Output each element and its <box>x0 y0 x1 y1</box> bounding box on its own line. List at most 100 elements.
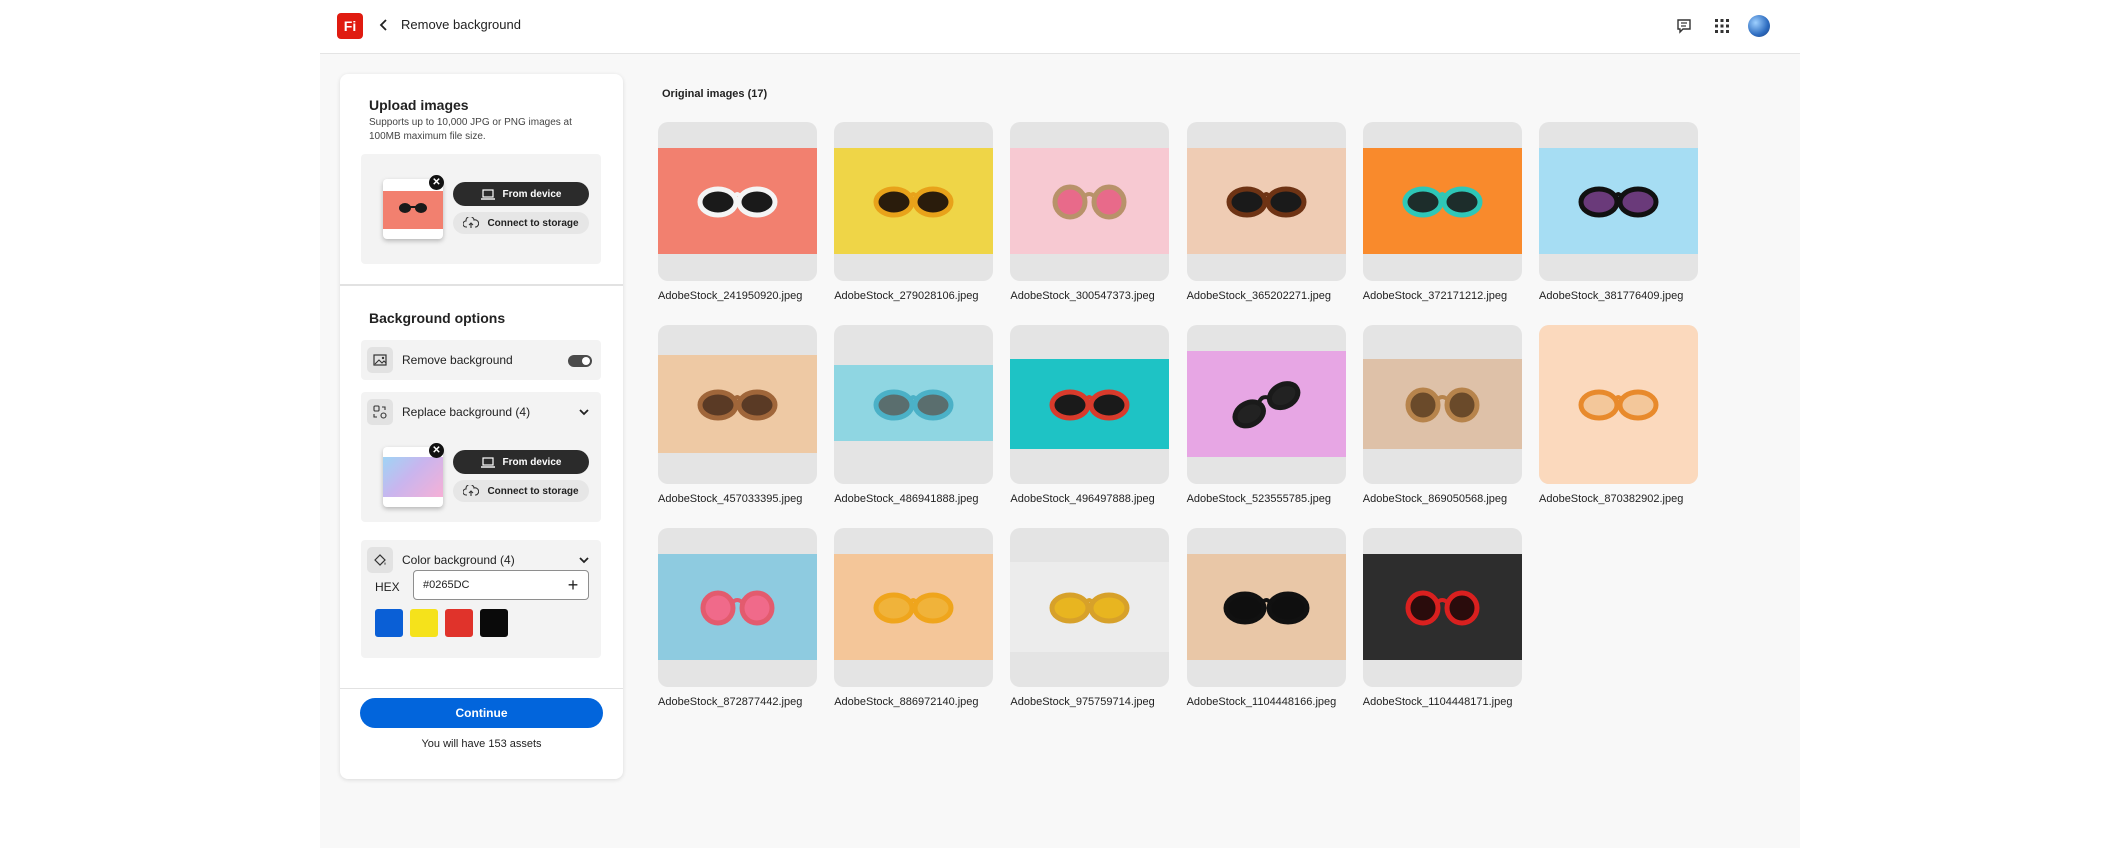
image-thumbnail[interactable] <box>1362 528 1522 687</box>
image-filename: AdobeStock_1104448171.jpeg <box>1362 696 1513 708</box>
image-thumbnail[interactable] <box>1539 325 1698 484</box>
image-thumbnail[interactable] <box>1010 325 1170 484</box>
replace-connect-storage-label: Connect to storage <box>487 485 579 497</box>
image-filename: AdobeStock_457033395.jpeg <box>658 493 803 505</box>
image-card[interactable]: AdobeStock_869050568.jpeg <box>1362 325 1522 505</box>
sunglasses-graphic <box>1405 387 1480 423</box>
image-filename: AdobeStock_486941888.jpeg <box>834 493 979 505</box>
color-swatch-blue[interactable] <box>375 609 403 637</box>
laptop-icon <box>480 456 495 468</box>
sunglasses-graphic <box>1578 186 1659 218</box>
image-thumbnail[interactable] <box>658 122 817 281</box>
chat-icon[interactable] <box>1672 14 1696 38</box>
remove-replace-thumbnail-icon[interactable]: ✕ <box>429 443 444 458</box>
sunglasses-graphic <box>1223 591 1310 625</box>
sunglasses-graphic <box>1049 389 1130 421</box>
image-thumbnail[interactable] <box>1362 122 1522 281</box>
top-icons <box>1672 14 1770 38</box>
chevron-down-icon[interactable] <box>577 405 591 419</box>
image-filename: AdobeStock_975759714.jpeg <box>1010 696 1155 708</box>
color-swatch-black[interactable] <box>480 609 508 637</box>
sunglasses-graphic <box>873 186 954 218</box>
back-icon[interactable] <box>376 15 392 35</box>
section-divider <box>340 284 623 286</box>
chevron-down-icon[interactable] <box>577 553 591 567</box>
options-panel: Upload images Supports up to 10,000 JPG … <box>340 74 623 779</box>
replace-background-label: Replace background (4) <box>402 405 531 419</box>
from-device-button[interactable]: From device <box>453 182 589 206</box>
image-filename: AdobeStock_496497888.jpeg <box>1010 493 1155 505</box>
color-background-label: Color background (4) <box>402 553 515 567</box>
image-thumbnail[interactable] <box>1539 122 1698 281</box>
sunglasses-graphic <box>873 389 954 421</box>
image-filename: AdobeStock_365202271.jpeg <box>1186 290 1331 302</box>
from-device-label: From device <box>502 188 562 200</box>
sunglasses-graphic <box>1232 381 1300 429</box>
add-color-icon[interactable]: + <box>565 571 581 599</box>
replace-icon <box>367 399 393 425</box>
paint-bucket-icon <box>367 547 393 573</box>
image-thumbnail[interactable] <box>1010 122 1170 281</box>
color-background-option: Color background (4) HEX #0265DC + <box>361 540 601 658</box>
image-card[interactable]: AdobeStock_1104448166.jpeg <box>1186 528 1346 708</box>
image-icon <box>367 347 393 373</box>
hex-value: #0265DC <box>423 579 470 591</box>
laptop-icon <box>480 188 495 200</box>
remove-thumbnail-icon[interactable]: ✕ <box>429 175 444 190</box>
cloud-upload-icon <box>463 485 480 496</box>
avatar[interactable] <box>1748 15 1770 37</box>
image-card[interactable]: AdobeStock_457033395.jpeg <box>658 325 817 505</box>
sunglasses-graphic <box>697 389 778 421</box>
page-title: Remove background <box>401 17 521 32</box>
image-thumbnail[interactable] <box>658 528 817 687</box>
image-thumbnail[interactable] <box>1186 122 1346 281</box>
image-thumbnail[interactable] <box>1186 325 1346 484</box>
image-card[interactable]: AdobeStock_381776409.jpeg <box>1539 122 1698 302</box>
image-card[interactable]: AdobeStock_486941888.jpeg <box>834 325 994 505</box>
assets-count-text: You will have 153 assets <box>421 738 542 750</box>
top-bar: Fi Remove background <box>320 0 1800 54</box>
image-card[interactable]: AdobeStock_279028106.jpeg <box>834 122 994 302</box>
image-card[interactable]: AdobeStock_241950920.jpeg <box>658 122 817 302</box>
image-thumbnail[interactable] <box>834 122 994 281</box>
image-card[interactable]: AdobeStock_523555785.jpeg <box>1186 325 1346 505</box>
image-filename: AdobeStock_523555785.jpeg <box>1186 493 1331 505</box>
image-card[interactable]: AdobeStock_975759714.jpeg <box>1010 528 1170 708</box>
connect-storage-button[interactable]: Connect to storage <box>453 212 589 234</box>
image-thumbnail[interactable] <box>1186 528 1346 687</box>
replace-background-option: Replace background (4) ✕ From device Con… <box>361 392 601 522</box>
sunglasses-graphic <box>1402 186 1483 218</box>
image-card[interactable]: AdobeStock_872877442.jpeg <box>658 528 817 708</box>
connect-storage-label: Connect to storage <box>487 217 579 229</box>
replace-connect-storage-button[interactable]: Connect to storage <box>453 480 589 502</box>
continue-button[interactable]: Continue <box>360 698 603 728</box>
image-thumbnail[interactable] <box>834 528 994 687</box>
image-card[interactable]: AdobeStock_365202271.jpeg <box>1186 122 1346 302</box>
cloud-upload-icon <box>463 217 480 228</box>
apps-grid-icon[interactable] <box>1710 14 1734 38</box>
upload-box: ✕ From device Connect to storage <box>361 154 601 264</box>
image-card[interactable]: AdobeStock_1104448171.jpeg <box>1362 528 1522 708</box>
color-swatch-red[interactable] <box>445 609 473 637</box>
image-filename: AdobeStock_279028106.jpeg <box>834 290 979 302</box>
image-card[interactable]: AdobeStock_870382902.jpeg <box>1539 325 1698 505</box>
footer-divider <box>340 688 623 689</box>
image-thumbnail[interactable] <box>834 325 994 484</box>
color-swatch-yellow[interactable] <box>410 609 438 637</box>
image-filename: AdobeStock_372171212.jpeg <box>1362 290 1508 302</box>
app-window: Fi Remove background Upload images Suppo… <box>320 0 1800 848</box>
remove-background-toggle[interactable] <box>568 355 592 367</box>
image-card[interactable]: AdobeStock_372171212.jpeg <box>1362 122 1522 302</box>
image-filename: AdobeStock_1104448166.jpeg <box>1186 696 1337 708</box>
image-card[interactable]: AdobeStock_496497888.jpeg <box>1010 325 1170 505</box>
image-thumbnail[interactable] <box>1010 528 1170 687</box>
image-filename: AdobeStock_870382902.jpeg <box>1539 493 1684 505</box>
image-card[interactable]: AdobeStock_300547373.jpeg <box>1010 122 1170 302</box>
replace-from-device-button[interactable]: From device <box>453 450 589 474</box>
image-filename: AdobeStock_869050568.jpeg <box>1362 493 1508 505</box>
image-card[interactable]: AdobeStock_886972140.jpeg <box>834 528 994 708</box>
image-thumbnail[interactable] <box>658 325 817 484</box>
hex-input[interactable]: #0265DC + <box>413 570 589 600</box>
app-logo[interactable]: Fi <box>337 13 363 39</box>
image-thumbnail[interactable] <box>1362 325 1522 484</box>
